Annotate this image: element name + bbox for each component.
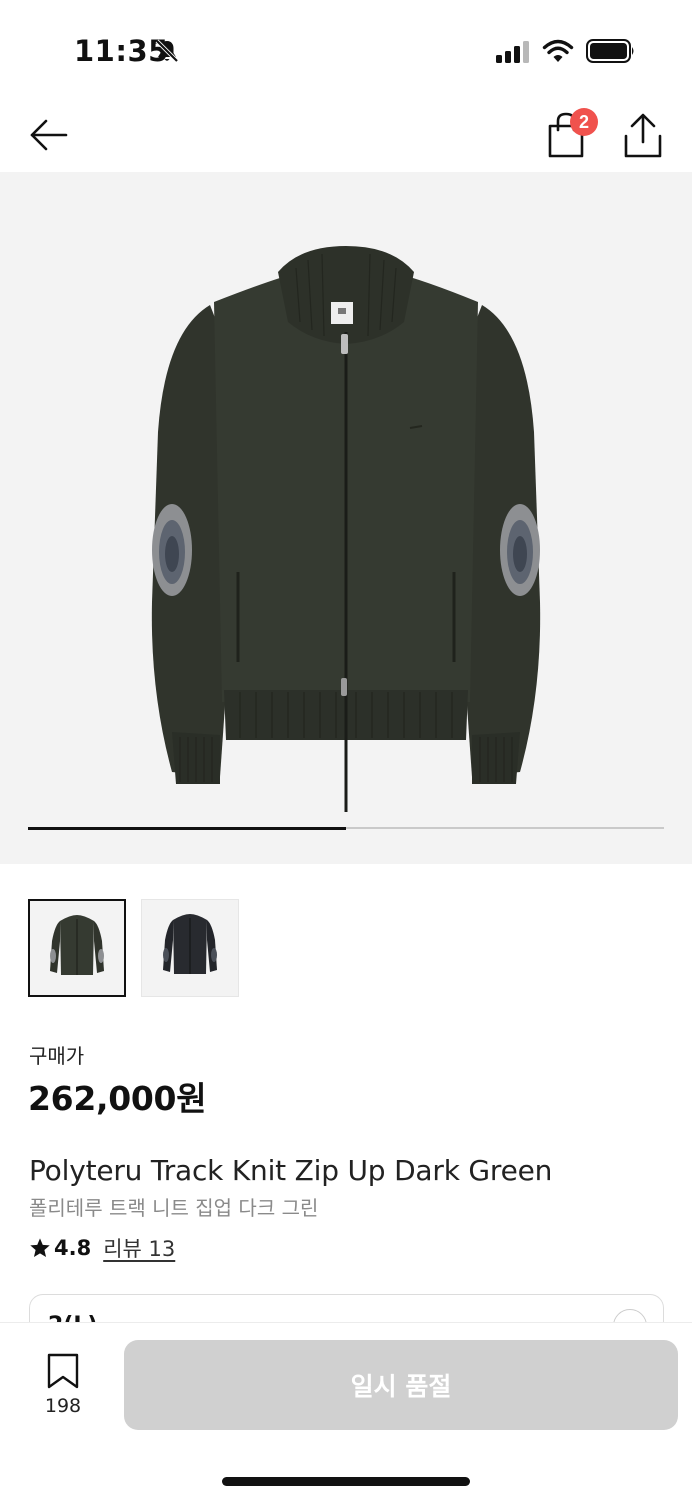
- product-name-korean: 폴리테루 트랙 니트 집업 다크 그린: [29, 1196, 319, 1220]
- battery-icon: [586, 39, 634, 63]
- wifi-icon: [542, 39, 574, 62]
- bookmark-icon: [47, 1353, 79, 1389]
- product-name: Polyteru Track Knit Zip Up Dark Green: [29, 1154, 553, 1187]
- status-bar: 11:35: [0, 0, 692, 100]
- carousel-progress-fill: [28, 826, 346, 830]
- signal-icon: [496, 41, 529, 63]
- cart-count-badge: 2: [570, 108, 598, 136]
- product-image-carousel[interactable]: [0, 172, 692, 864]
- rating-value: 4.8: [54, 1236, 92, 1260]
- sold-out-button[interactable]: 일시 품절: [124, 1340, 678, 1430]
- nav-bar: 2: [0, 100, 692, 172]
- bookmark-button[interactable]: 198: [34, 1353, 92, 1417]
- carousel-progress-track: [28, 826, 664, 830]
- jacket-dark-green-thumbnail: [50, 915, 104, 975]
- star-icon: [30, 1238, 50, 1257]
- thumbnail-2[interactable]: [141, 899, 239, 997]
- jacket-black-thumbnail: [163, 914, 217, 974]
- review-link[interactable]: 리뷰 13: [103, 1233, 175, 1263]
- jacket-image: [151, 246, 541, 812]
- bookmark-count: 198: [44, 1395, 82, 1417]
- price-value: 262,000원: [28, 1079, 207, 1118]
- rating-row: 4.8 리뷰 13: [29, 1234, 175, 1262]
- price-label: 구매가: [29, 1044, 85, 1068]
- bell-slash-icon: [155, 39, 179, 63]
- share-icon[interactable]: [622, 112, 664, 158]
- home-indicator: [222, 1477, 470, 1486]
- arrow-left-icon[interactable]: [28, 114, 70, 156]
- thumbnail-1[interactable]: [28, 899, 126, 997]
- bottom-action-bar: 198 일시 품절: [0, 1322, 692, 1500]
